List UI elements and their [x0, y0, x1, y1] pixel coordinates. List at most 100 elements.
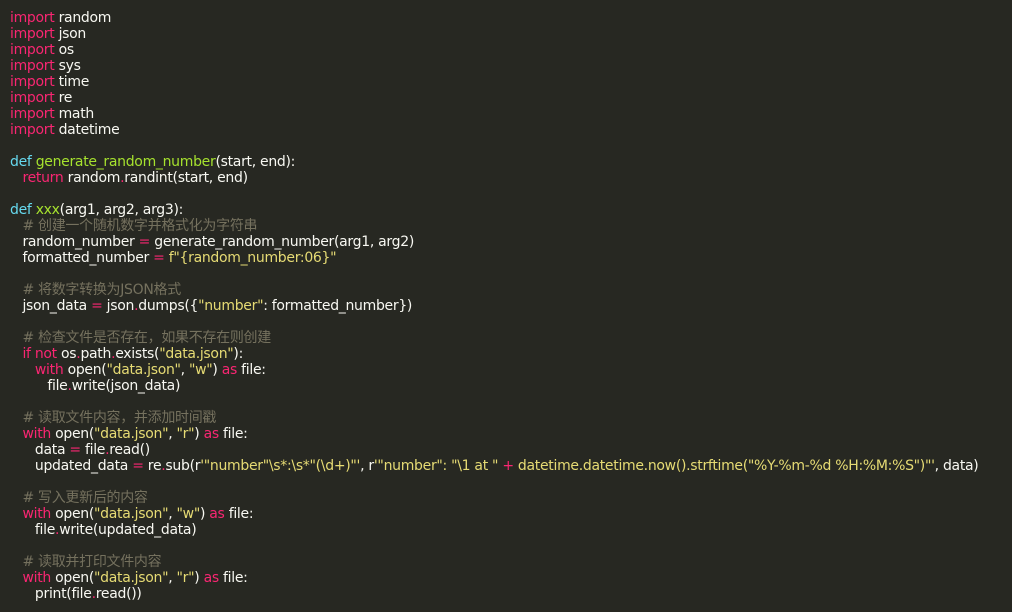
string-token: "r"	[176, 570, 195, 586]
keyword-token: return	[22, 170, 64, 186]
code-text: file	[10, 378, 68, 394]
code-editor[interactable]: import random import json import os import …	[10, 10, 1010, 602]
code-text: math	[54, 106, 95, 122]
keyword-token: as	[209, 506, 225, 522]
function-name-token: generate_random_number	[35, 154, 216, 170]
code-text: random	[54, 10, 112, 26]
code-line: if not os.path.exists("data.json"):	[10, 346, 1010, 362]
code-line: def xxx(arg1, arg2, arg3):	[10, 202, 1010, 218]
code-text: generate_random_number(arg1, arg2)	[150, 234, 414, 250]
comment-token: # 创建一个随机数字并格式化为字符串	[22, 218, 258, 234]
code-text: dumps({	[138, 298, 199, 314]
code-line: import json	[10, 26, 1010, 42]
code-text: os	[56, 346, 77, 362]
keyword-token: import	[10, 10, 55, 26]
code-text: ):	[233, 346, 243, 362]
code-text: random_number	[10, 234, 139, 250]
code-line: import random	[10, 10, 1010, 26]
function-name-token: xxx	[35, 202, 60, 218]
code-line: import re	[10, 90, 1010, 106]
keyword-token: import	[10, 106, 55, 122]
code-text: ,	[168, 506, 177, 522]
code-line: def generate_random_number(start, end):	[10, 154, 1010, 170]
string-token: "r"	[176, 426, 195, 442]
code-text: exists(	[115, 346, 160, 362]
code-line: with open("data.json", "w") as file:	[10, 506, 1010, 522]
code-line: # 将数字转换为JSON格式	[10, 282, 1010, 298]
comment-token: # 将数字转换为JSON格式	[22, 282, 181, 298]
code-line: file.write(updated_data)	[10, 522, 1010, 538]
code-text: sub(r	[165, 458, 201, 474]
string-token: "number"	[198, 298, 264, 314]
string-token: '"number"\s*:\s*"(\d+)"'	[200, 458, 361, 474]
code-text: sys	[54, 58, 81, 74]
keyword-token: with	[22, 506, 51, 522]
code-text: time	[54, 74, 90, 90]
comment-token: # 写入更新后的内容	[22, 490, 148, 506]
operator-token: =	[91, 298, 103, 314]
code-line: json_data = json.dumps({"number": format…	[10, 298, 1010, 314]
string-token: f"{random_number:06}"	[168, 250, 337, 266]
string-token: "data.json"	[94, 426, 169, 442]
code-text: open(	[50, 426, 95, 442]
keyword-token: import	[10, 26, 55, 42]
keyword-token: not	[34, 346, 57, 362]
def-keyword-token: def	[10, 202, 32, 218]
code-text: datetime	[54, 122, 120, 138]
code-text: )	[194, 426, 204, 442]
operator-token: =	[153, 250, 165, 266]
code-line: # 创建一个随机数字并格式化为字符串	[10, 218, 1010, 234]
keyword-token: import	[10, 122, 55, 138]
string-token: "w"	[176, 506, 201, 522]
string-token: "data.json"	[94, 570, 169, 586]
code-text: updated_data	[10, 458, 133, 474]
operator-token: =	[69, 442, 81, 458]
code-line: # 写入更新后的内容	[10, 490, 1010, 506]
code-text: print(file	[10, 586, 92, 602]
string-token: "data.json"	[94, 506, 169, 522]
code-text: json	[54, 26, 87, 42]
keyword-token: import	[10, 58, 55, 74]
keyword-token: import	[10, 90, 55, 106]
code-line: file.write(json_data)	[10, 378, 1010, 394]
code-text: file	[10, 522, 56, 538]
comment-token: # 读取并打印文件内容	[22, 554, 162, 570]
operator-token: =	[132, 458, 144, 474]
code-text: file:	[218, 426, 248, 442]
code-line: with open("data.json", "w") as file:	[10, 362, 1010, 378]
code-text: file:	[224, 506, 254, 522]
code-text: file	[80, 442, 106, 458]
keyword-token: with	[22, 570, 51, 586]
code-line: formatted_number = f"{random_number:06}"	[10, 250, 1010, 266]
string-token: "w"	[188, 362, 213, 378]
code-text: formatted_number	[10, 250, 154, 266]
code-text: open(	[63, 362, 107, 378]
code-text: json_data	[10, 298, 92, 314]
code-text: : formatted_number})	[263, 298, 413, 314]
code-text: ,	[168, 426, 177, 442]
code-text: os	[54, 42, 75, 58]
code-text: write(json_data)	[71, 378, 181, 394]
operator-token: =	[138, 234, 151, 250]
code-line: import datetime	[10, 122, 1010, 138]
code-line: with open("data.json", "r") as file:	[10, 426, 1010, 442]
code-text: read()	[109, 442, 150, 458]
code-text: write(updated_data)	[59, 522, 197, 538]
string-token: "data.json"	[159, 346, 234, 362]
code-line: return random.randint(start, end)	[10, 170, 1010, 186]
comment-token: # 检查文件是否存在，如果不存在则创建	[22, 330, 271, 346]
code-text: json	[102, 298, 135, 314]
code-line: # 读取并打印文件内容	[10, 554, 1010, 570]
keyword-token: import	[10, 74, 55, 90]
code-text: read())	[95, 586, 142, 602]
comment-token: # 读取文件内容，并添加时间戳	[22, 410, 217, 426]
